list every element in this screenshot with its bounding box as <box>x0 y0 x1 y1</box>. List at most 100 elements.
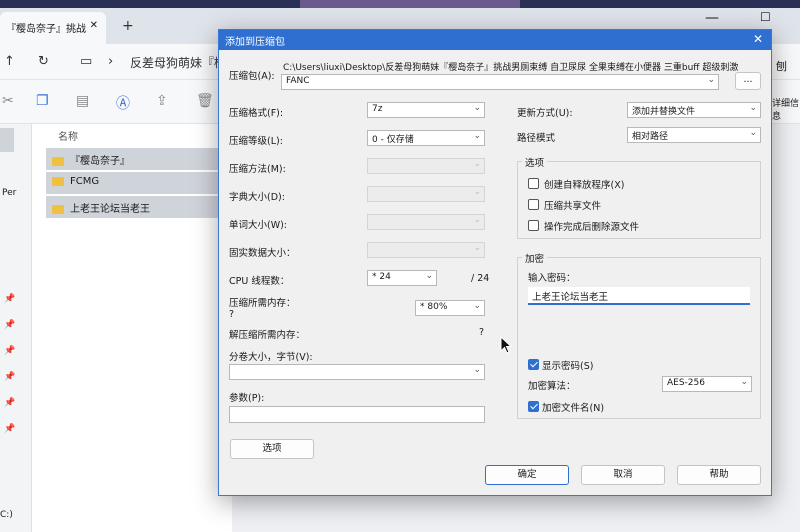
update-value: 添加并替换文件 <box>632 107 696 117</box>
shared-label[interactable]: 压缩共享文件 <box>544 198 601 212</box>
file-row[interactable]: 『樱岛奈子』 <box>46 148 232 170</box>
password-value: 上老王论坛当老王 <box>532 292 609 303</box>
nav-partial-label[interactable]: Per <box>2 188 16 198</box>
format-select[interactable]: 7z ⌄ <box>367 102 485 118</box>
solid-select[interactable]: ⌄ <box>367 242 485 258</box>
sfx-checkbox[interactable] <box>528 178 539 189</box>
wallpaper-image <box>300 0 520 8</box>
delete-source-label[interactable]: 操作完成后删除源文件 <box>544 219 639 233</box>
archive-label: 压缩包(A): <box>229 71 275 82</box>
rename-icon[interactable]: Ⓐ <box>116 93 130 113</box>
demem-label: 解压缩所需内存： <box>229 330 306 341</box>
dict-select[interactable]: ⌄ <box>367 186 485 202</box>
params-input[interactable] <box>229 406 485 423</box>
monitor-icon[interactable]: ▭ <box>80 54 92 69</box>
chevron-down-icon: ⌄ <box>740 377 748 387</box>
chevron-down-icon: ⌄ <box>473 215 481 225</box>
ok-button[interactable]: 确定 <box>485 465 569 485</box>
drive-label[interactable]: C:) <box>0 510 13 520</box>
browse-button[interactable]: ... <box>735 72 761 90</box>
share-icon[interactable]: ⇪ <box>156 93 168 109</box>
mouse-cursor-icon <box>500 336 512 354</box>
wallpaper-strip <box>0 0 800 8</box>
cancel-button[interactable]: 取消 <box>581 465 665 485</box>
encryption-method-value: AES-256 <box>667 378 705 388</box>
nav-selected-item[interactable] <box>0 128 14 152</box>
pin-icon: 📌 <box>4 346 16 356</box>
pin-icon: 📌 <box>4 424 16 434</box>
pin-icon: 📌 <box>4 294 16 304</box>
chevron-down-icon: ⌄ <box>473 131 481 141</box>
chevron-down-icon: ⌄ <box>473 159 481 169</box>
word-select[interactable]: ⌄ <box>367 214 485 230</box>
close-icon[interactable]: ✕ <box>753 32 763 46</box>
pin-icon: 📌 <box>4 398 16 408</box>
mem-select[interactable]: * 80% ⌄ <box>415 300 485 316</box>
chevron-right-icon[interactable]: › <box>108 54 113 69</box>
dialog-title-bar: 添加到压缩包 ✕ <box>219 30 771 50</box>
update-label: 更新方式(U): <box>517 108 573 119</box>
encrypt-names-checkbox[interactable] <box>528 401 539 412</box>
navigation-pane: Per 📌 📌 📌 📌 📌 📌 C:) <box>0 124 32 532</box>
pin-icon: 📌 <box>4 320 16 330</box>
method-label: 压缩方法(M): <box>229 164 286 175</box>
archive-name-combo[interactable]: FANC ⌄ <box>281 74 719 90</box>
show-password-label[interactable]: 显示密码(S) <box>542 358 593 372</box>
file-row[interactable]: FCMG <box>46 172 232 194</box>
minimize-icon[interactable]: — <box>705 10 719 26</box>
encrypt-names-label[interactable]: 加密文件名(N) <box>542 400 604 414</box>
chevron-down-icon: ⌄ <box>473 103 481 113</box>
cpu-total: / 24 <box>471 273 490 284</box>
maximize-icon[interactable]: ☐ <box>760 10 771 24</box>
password-label: 输入密码： <box>528 273 576 284</box>
cpu-value: * 24 <box>372 272 391 282</box>
explorer-tab[interactable]: 『樱岛奈子』挑战 ✕ <box>0 12 106 44</box>
format-label: 压缩格式(F): <box>229 108 284 119</box>
dict-label: 字典大小(D): <box>229 192 285 203</box>
up-arrow-icon[interactable]: ↑ <box>4 54 15 69</box>
sfx-label[interactable]: 创建自释放程序(X) <box>544 177 624 191</box>
copy-icon[interactable]: ❐ <box>36 93 49 109</box>
encryption-group-title: 加密 <box>522 251 548 265</box>
options-group: 选项 创建自释放程序(X) 压缩共享文件 操作完成后删除源文件 <box>517 155 761 239</box>
mem-value: * 80% <box>420 302 448 312</box>
options-group-title: 选项 <box>522 155 548 169</box>
new-tab-button[interactable]: + <box>122 18 134 34</box>
level-select[interactable]: 0 - 仅存储 ⌄ <box>367 130 485 146</box>
dialog-title: 添加到压缩包 <box>225 37 285 48</box>
column-header-name[interactable]: 名称 <box>58 128 78 143</box>
delete-icon[interactable]: 🗑 <box>196 93 214 109</box>
level-value: 0 - 仅存储 <box>372 135 414 145</box>
chevron-down-icon: ⌄ <box>473 187 481 197</box>
path-value: 相对路径 <box>632 132 669 142</box>
tab-close-icon[interactable]: ✕ <box>90 20 98 31</box>
folder-icon <box>52 176 64 186</box>
password-input[interactable]: 上老王论坛当老王 <box>528 287 750 305</box>
cut-icon[interactable]: ✂ <box>2 93 14 109</box>
file-row[interactable]: 上老王论坛当老王 <box>46 196 232 218</box>
delete-source-checkbox[interactable] <box>528 220 539 231</box>
folder-icon <box>52 156 64 166</box>
chevron-down-icon: ⌄ <box>749 103 757 113</box>
refresh-icon[interactable]: ↻ <box>38 54 49 69</box>
mem-label: 压缩所需内存： <box>229 298 296 309</box>
chevron-down-icon: ⌄ <box>473 243 481 253</box>
shared-checkbox[interactable] <box>528 199 539 210</box>
update-select[interactable]: 添加并替换文件 ⌄ <box>627 102 761 118</box>
help-button[interactable]: 帮助 <box>677 465 761 485</box>
encryption-method-select[interactable]: AES-256 ⌄ <box>662 376 752 392</box>
paste-icon[interactable]: ▤ <box>76 93 89 109</box>
breadcrumb[interactable]: 反差母狗萌妹『樱 <box>130 54 226 71</box>
split-select[interactable]: ⌄ <box>229 364 485 380</box>
file-name: 上老王论坛当老王 <box>70 204 150 215</box>
details-label[interactable]: 详细信息 <box>772 96 800 122</box>
encryption-group: 加密 输入密码： 上老王论坛当老王 显示密码(S) 加密算法： AES-256 ⌄… <box>517 251 761 419</box>
show-password-checkbox[interactable] <box>528 359 539 370</box>
method-select[interactable]: ⌄ <box>367 158 485 174</box>
path-select[interactable]: 相对路径 ⌄ <box>627 127 761 143</box>
cpu-select[interactable]: * 24 ⌄ <box>367 270 437 286</box>
word-label: 单词大小(W): <box>229 220 288 231</box>
cpu-label: CPU 线程数： <box>229 276 290 287</box>
path-label: 路径模式 <box>517 133 556 144</box>
options-button[interactable]: 选项 <box>230 439 314 459</box>
